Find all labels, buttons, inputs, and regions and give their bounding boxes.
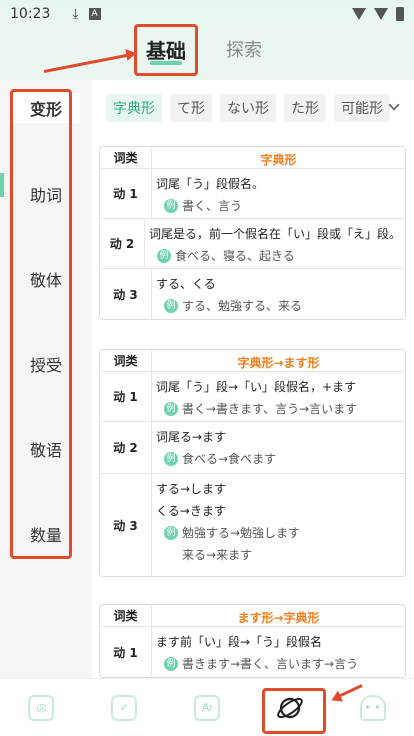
status-bar: 10:23 ⤓ A <box>0 0 414 28</box>
rule-text: 词尾「う」段→「い」段假名，+ます <box>156 380 357 394</box>
chip-te-form[interactable]: て形 <box>170 94 212 122</box>
tab-explore[interactable]: 探索 <box>226 36 262 62</box>
header-word-class: 词类 <box>100 605 152 626</box>
ghost-icon: • • <box>359 694 386 721</box>
rule-text: 词尾是る，前一个假名在「い」段或「え」段。 <box>148 227 401 241</box>
example-badge-icon: 例 <box>156 249 171 263</box>
active-tab-indicator <box>150 61 182 65</box>
chip-nai-form[interactable]: ない形 <box>220 94 276 122</box>
nav-picture-book[interactable]: ◎ <box>0 679 83 736</box>
example-badge-icon: 例 <box>164 526 178 540</box>
chip-ta-form[interactable]: た形 <box>284 94 326 122</box>
grammar-table: 词类 ます形→字典形 动 1 ます前「い」段→「う」段假名 例書きます→書く、言… <box>99 604 406 678</box>
rule-text: くる→きます <box>156 504 226 518</box>
table-row: 动 3 する→します くる→きます 例勉強する→勉強します 来る→来ます <box>100 474 405 576</box>
table-row: 动 1 ます前「い」段→「う」段假名 例書きます→書く、言います→言う <box>100 627 405 677</box>
row-word-class: 动 2 <box>100 219 145 268</box>
sidebar-active-indicator <box>0 173 4 197</box>
row-word-class: 动 1 <box>100 627 152 677</box>
example-badge-icon: 例 <box>164 657 178 671</box>
sidebar-item-honorifics[interactable]: 敬语 <box>12 434 80 464</box>
row-word-class: 动 1 <box>100 372 152 421</box>
check-board-icon: ✓ <box>111 694 138 721</box>
example-text: 来る→来ます <box>182 548 253 562</box>
sidebar-item-polite-form[interactable]: 敬体 <box>12 264 80 294</box>
a-notification-icon: A <box>88 8 101 20</box>
nav-planet[interactable] <box>248 679 331 736</box>
example-text: 書きます→書く、言います→言う <box>182 657 359 671</box>
rule-text: する、くる <box>156 277 216 291</box>
sidebar-item-giving-receiving[interactable]: 授受 <box>12 349 80 379</box>
header-word-class: 词类 <box>100 147 152 168</box>
example-badge-icon: 例 <box>164 199 178 213</box>
grammar-content: 词类 字典形 动 1 词尾「う」段假名。 例書く、言う 动 2 词尾是る，前一个… <box>92 136 414 678</box>
download-icon: ⤓ <box>72 6 79 22</box>
example-text: 食べる、寝る、起きる <box>174 249 295 263</box>
example-text: する、勉強する、来る <box>182 299 303 313</box>
table-row: 动 1 词尾「う」段假名。 例書く、言う <box>100 169 405 219</box>
tab-basic[interactable]: 基础 <box>136 24 196 74</box>
ai-icon: Ai <box>193 694 220 721</box>
rule-text: 词尾る→ます <box>156 430 227 444</box>
grammar-table: 词类 字典形→ます形 动 1 词尾「う」段→「い」段假名，+ます 例書く→書きま… <box>99 349 406 577</box>
battery-icon <box>396 7 404 21</box>
table-row: 动 2 词尾る→ます 例食べる→食べます <box>100 422 405 474</box>
example-badge-icon: 例 <box>164 402 178 416</box>
sidebar-item-particles[interactable]: 助词 <box>12 179 80 209</box>
signal-icon <box>352 8 366 20</box>
table-header-row: 词类 字典形 <box>100 147 405 169</box>
wifi-icon <box>374 8 388 20</box>
example-badge-icon: 例 <box>164 452 178 466</box>
row-word-class: 动 1 <box>100 169 152 218</box>
header-form-title: 字典形→ます形 <box>237 356 320 370</box>
row-word-class: 动 2 <box>100 422 152 473</box>
top-tab-bar <box>0 28 414 80</box>
sidebar-item-quantity[interactable]: 数量 <box>12 519 80 549</box>
example-text: 食べる→食べます <box>182 452 277 466</box>
table-row: 动 3 する、くる 例する、勉強する、来る <box>100 269 405 319</box>
tab-basic-label: 基础 <box>146 38 186 63</box>
header-form-title: ます形→字典形 <box>237 611 320 625</box>
sidebar <box>0 80 92 678</box>
row-word-class: 动 3 <box>100 269 152 319</box>
grammar-table: 词类 字典形 动 1 词尾「う」段假名。 例書く、言う 动 2 词尾是る，前一个… <box>99 146 406 320</box>
table-row: 动 1 词尾「う」段→「い」段假名，+ます 例書く→書きます、言う→言います <box>100 372 405 422</box>
example-text: 書く→書きます、言う→言います <box>182 402 358 416</box>
status-time: 10:23 <box>10 6 51 22</box>
example-badge-icon: 例 <box>164 299 178 313</box>
header-form-title: 字典形 <box>260 153 297 167</box>
bottom-nav: ◎ ✓ Ai • • <box>0 678 414 736</box>
table-header-row: 词类 字典形→ます形 <box>100 350 405 372</box>
nav-practice[interactable]: ✓ <box>83 679 166 736</box>
form-chip-bar: 字典形 て形 ない形 た形 可能形 <box>92 80 414 136</box>
picture-book-icon: ◎ <box>28 694 55 721</box>
header-word-class: 词类 <box>100 350 152 371</box>
planet-icon <box>276 697 303 718</box>
sidebar-item-conjugation[interactable]: 变形 <box>12 93 80 123</box>
table-header-row: 词类 ます形→字典形 <box>100 605 405 627</box>
table-row: 动 2 词尾是る，前一个假名在「い」段或「え」段。 例食べる、寝る、起きる <box>100 219 405 269</box>
nav-ai[interactable]: Ai <box>166 679 249 736</box>
nav-ghost[interactable]: • • <box>331 679 414 736</box>
row-word-class: 动 3 <box>100 474 152 576</box>
example-text: 勉強する→勉強します <box>182 526 301 540</box>
rule-text: 词尾「う」段假名。 <box>156 177 265 191</box>
chip-potential-form[interactable]: 可能形 <box>334 94 390 122</box>
example-text: 書く、言う <box>182 199 243 213</box>
rule-text: する→します <box>156 482 227 496</box>
chip-dictionary-form[interactable]: 字典形 <box>106 94 162 122</box>
rule-text: ます前「い」段→「う」段假名 <box>156 635 323 649</box>
